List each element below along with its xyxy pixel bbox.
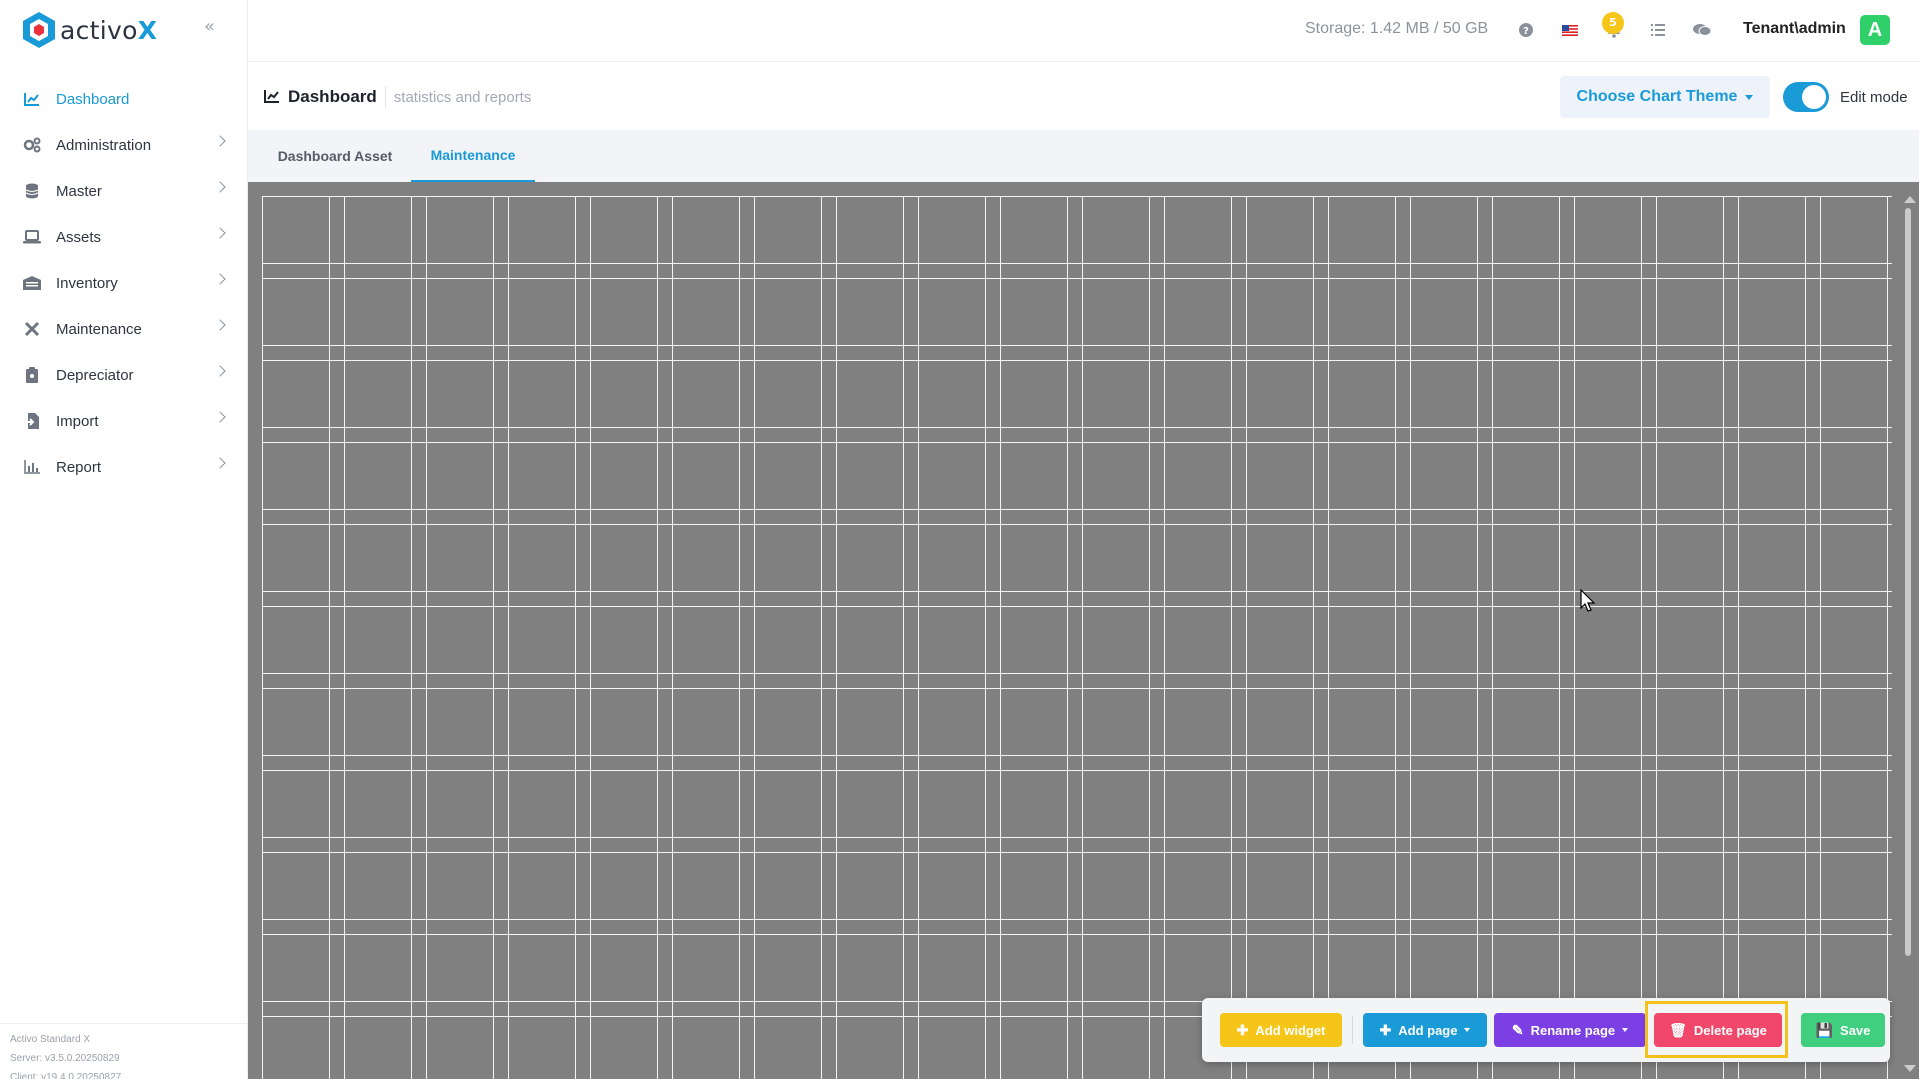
edit-mode-label: Edit mode bbox=[1840, 89, 1908, 106]
chat-icon[interactable] bbox=[1692, 20, 1712, 40]
database-icon bbox=[22, 181, 42, 201]
svg-text:?: ? bbox=[1523, 26, 1529, 37]
sidebar-item-label: Inventory bbox=[56, 274, 118, 292]
page-header: Dashboard statistics and reports Choose … bbox=[248, 62, 1919, 130]
sidebar-item-label: Import bbox=[56, 412, 99, 430]
page-title-text: Dashboard bbox=[288, 87, 377, 106]
save-button[interactable]: 💾 Save bbox=[1801, 1013, 1885, 1047]
chart-line-icon bbox=[264, 88, 280, 107]
us-flag-icon[interactable] bbox=[1560, 20, 1580, 40]
laptop-icon bbox=[22, 227, 42, 247]
user-name[interactable]: Tenant\admin bbox=[1743, 20, 1846, 38]
add-widget-label: Add widget bbox=[1255, 1022, 1326, 1038]
storage-usage: Storage: 1.42 MB / 50 GB bbox=[1305, 20, 1489, 37]
sidebar-item-label: Dashboard bbox=[56, 90, 130, 108]
dashboard-action-bar: ✚ Add widget ✚ Add page ✎ Rename page 🗑 … bbox=[1202, 998, 1890, 1062]
save-label: Save bbox=[1840, 1022, 1871, 1038]
sidebar-item-maintenance[interactable]: Maintenance bbox=[0, 306, 248, 352]
clipboard-icon bbox=[22, 365, 42, 385]
chevron-right-icon bbox=[214, 135, 226, 147]
caret-down-icon bbox=[1745, 94, 1754, 100]
tasks-list-icon[interactable] bbox=[1648, 20, 1668, 40]
action-divider bbox=[1352, 1016, 1353, 1044]
version-info: Activo Standard X Server: v3.5.0.2025082… bbox=[0, 1023, 248, 1079]
scroll-thumb[interactable] bbox=[1905, 208, 1911, 956]
sidebar-item-label: Report bbox=[56, 458, 102, 476]
sidebar: activoX « Dashboard Administration Maste… bbox=[0, 0, 248, 1079]
choose-chart-theme-label: Choose Chart Theme bbox=[1576, 88, 1738, 105]
edit-icon: ✎ bbox=[1511, 1021, 1524, 1038]
sidebar-item-import[interactable]: Import bbox=[0, 398, 248, 444]
chevron-right-icon bbox=[214, 273, 226, 285]
sidebar-item-inventory[interactable]: Inventory bbox=[0, 260, 248, 306]
caret-down-icon bbox=[1622, 1028, 1629, 1032]
plus-icon: ✚ bbox=[1379, 1021, 1392, 1038]
chevron-right-icon bbox=[214, 411, 226, 423]
sidebar-item-label: Depreciator bbox=[56, 366, 134, 384]
rename-page-label: Rename page bbox=[1530, 1022, 1616, 1038]
chevron-right-icon bbox=[214, 227, 226, 239]
scroll-down-arrow-icon[interactable] bbox=[1904, 1065, 1916, 1072]
sidebar-item-dashboard[interactable]: Dashboard bbox=[0, 76, 248, 122]
scroll-up-arrow-icon[interactable] bbox=[1904, 196, 1916, 203]
page-tabs: Dashboard Asset Maintenance bbox=[248, 130, 1919, 182]
toggle-knob bbox=[1802, 85, 1826, 109]
collapse-sidebar-icon[interactable]: « bbox=[204, 18, 224, 38]
chevron-right-icon bbox=[214, 319, 226, 331]
sidebar-item-label: Maintenance bbox=[56, 320, 142, 338]
cogs-icon bbox=[22, 135, 42, 155]
title-divider bbox=[384, 86, 386, 108]
file-import-icon bbox=[22, 411, 42, 431]
sidebar-item-administration[interactable]: Administration bbox=[0, 122, 248, 168]
rename-page-button[interactable]: ✎ Rename page bbox=[1494, 1013, 1646, 1047]
sidebar-item-depreciator[interactable]: Depreciator bbox=[0, 352, 248, 398]
topbar: Storage: 1.42 MB / 50 GB ? 5 Tenant\admi… bbox=[248, 0, 1919, 62]
choose-chart-theme-button[interactable]: Choose Chart Theme bbox=[1560, 76, 1770, 118]
mouse-cursor-icon bbox=[1580, 589, 1596, 612]
sidebar-item-label: Administration bbox=[56, 136, 152, 154]
product-name: Activo Standard X bbox=[10, 1034, 91, 1045]
tab-maintenance[interactable]: Maintenance bbox=[411, 130, 535, 182]
vertical-scrollbar[interactable] bbox=[1902, 196, 1916, 1072]
sidebar-item-assets[interactable]: Assets bbox=[0, 214, 248, 260]
plus-icon: ✚ bbox=[1236, 1021, 1249, 1038]
warehouse-icon bbox=[22, 273, 42, 293]
help-icon[interactable]: ? bbox=[1516, 20, 1536, 40]
add-page-button[interactable]: ✚ Add page bbox=[1363, 1013, 1487, 1047]
add-page-label: Add page bbox=[1398, 1022, 1458, 1038]
sidebar-item-label: Assets bbox=[56, 228, 102, 246]
page-subtitle: statistics and reports bbox=[393, 88, 532, 106]
chevron-right-icon bbox=[214, 181, 226, 193]
tab-dashboard-asset[interactable]: Dashboard Asset bbox=[270, 130, 400, 182]
chevron-right-icon bbox=[214, 457, 226, 469]
brand-logo[interactable]: activoX bbox=[22, 10, 157, 50]
sidebar-item-master[interactable]: Master bbox=[0, 168, 248, 214]
edit-mode-toggle[interactable] bbox=[1783, 82, 1829, 112]
layout-grid bbox=[262, 196, 1892, 1079]
caret-down-icon bbox=[1464, 1028, 1471, 1032]
sidebar-item-label: Master bbox=[56, 182, 102, 200]
hexagon-logo-icon bbox=[23, 12, 55, 48]
notification-badge: 5 bbox=[1602, 12, 1624, 34]
bar-chart-icon bbox=[22, 457, 42, 477]
chevron-right-icon bbox=[214, 365, 226, 377]
avatar[interactable]: A bbox=[1860, 15, 1890, 45]
delete-page-highlight bbox=[1645, 1001, 1788, 1058]
floppy-disk-icon: 💾 bbox=[1815, 1021, 1834, 1038]
server-version: Server: v3.5.0.20250829 bbox=[10, 1053, 120, 1064]
client-version: Client: v19.4.0.20250827 bbox=[10, 1072, 122, 1079]
tools-icon bbox=[22, 319, 42, 339]
page-title: Dashboard statistics and reports bbox=[264, 86, 531, 108]
sidebar-item-report[interactable]: Report bbox=[0, 444, 248, 490]
chart-line-icon bbox=[22, 89, 42, 109]
sidebar-nav: Dashboard Administration Master Assets I… bbox=[0, 76, 248, 490]
brand-name: activoX bbox=[60, 15, 158, 45]
dashboard-grid-canvas[interactable] bbox=[248, 182, 1919, 1079]
add-widget-button[interactable]: ✚ Add widget bbox=[1220, 1013, 1342, 1047]
